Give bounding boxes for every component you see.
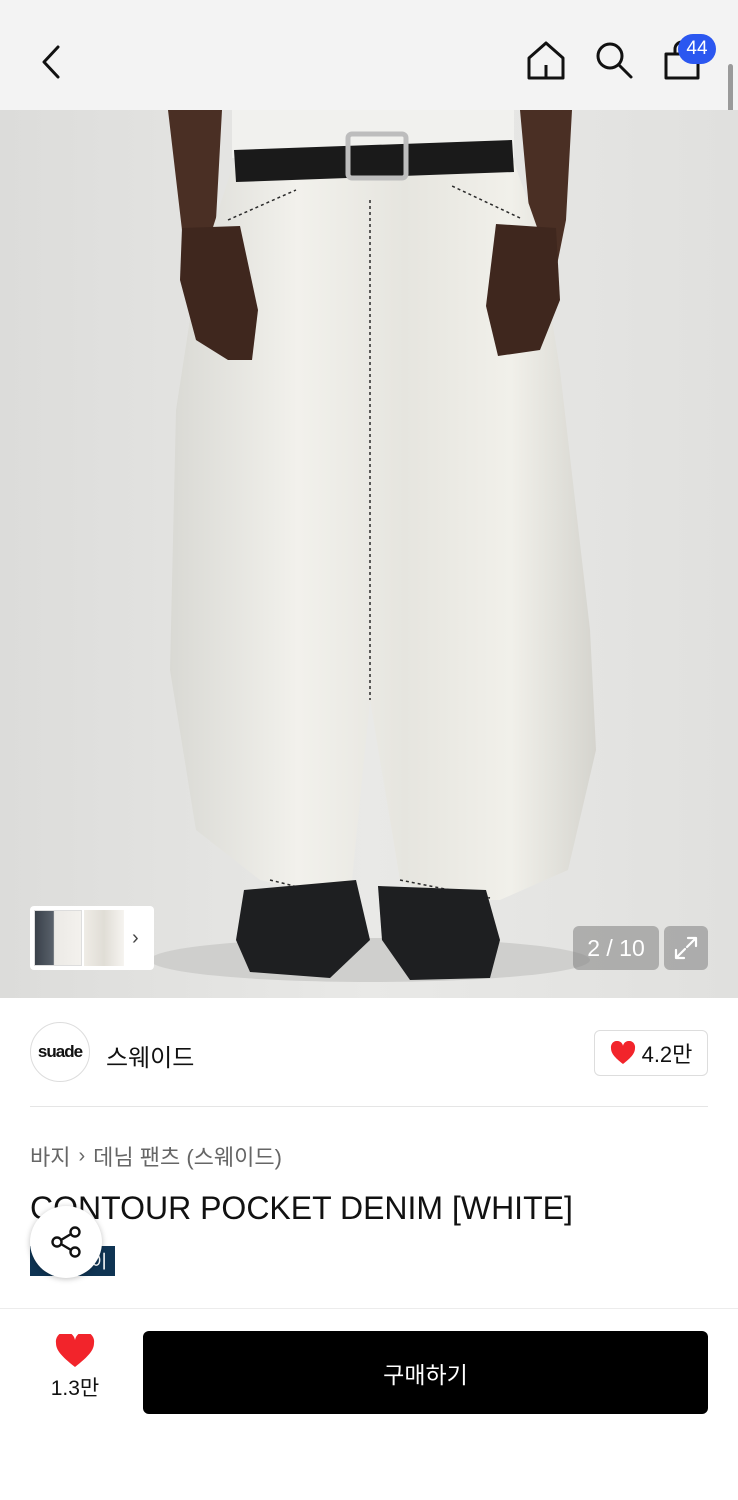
- expand-icon: [674, 936, 698, 960]
- thumbnail-image[interactable]: [34, 910, 82, 966]
- home-icon: [527, 41, 565, 80]
- search-icon: [596, 42, 633, 79]
- chevron-left-icon: [42, 45, 60, 79]
- brand-like-button[interactable]: 4.2만: [594, 1030, 708, 1076]
- share-icon: [51, 1226, 81, 1258]
- heart-icon: [55, 1334, 95, 1367]
- brand-name[interactable]: 스웨이드: [106, 1038, 194, 1073]
- wishlist-count: 1.3만: [50, 1377, 100, 1400]
- breadcrumb-item[interactable]: 바지: [30, 1140, 70, 1172]
- expand-button[interactable]: [664, 926, 708, 970]
- home-button[interactable]: [522, 36, 570, 84]
- brand-row[interactable]: suade 스웨이드 4.2만: [30, 1022, 708, 1084]
- product-title: CONTOUR POCKET DENIM [WHITE]: [30, 1190, 573, 1226]
- top-navigation-bar: 44: [0, 0, 738, 110]
- divider: [30, 1106, 708, 1107]
- thumbnail-image[interactable]: [84, 910, 124, 966]
- product-photo: [0, 110, 738, 998]
- product-image-gallery[interactable]: › 2 / 10: [0, 110, 738, 998]
- image-counter: 2 / 10: [573, 926, 659, 970]
- brand-logo[interactable]: suade: [30, 1022, 90, 1082]
- search-button[interactable]: [590, 36, 638, 84]
- wishlist-button[interactable]: 1.3만: [30, 1334, 120, 1406]
- divider: [0, 1308, 738, 1309]
- brand-like-count: 4.2만: [641, 1042, 693, 1067]
- thumbnail-strip[interactable]: ›: [30, 906, 154, 970]
- back-button[interactable]: [28, 38, 76, 86]
- share-button[interactable]: [30, 1206, 102, 1278]
- breadcrumb-item[interactable]: 데님 팬츠 (스웨이드): [93, 1140, 282, 1172]
- breadcrumb: 바지 › 데님 팬츠 (스웨이드): [30, 1140, 282, 1172]
- chevron-right-icon: ›: [78, 1144, 86, 1167]
- heart-icon: [610, 1041, 635, 1064]
- cart-count-badge: 44: [678, 34, 716, 64]
- chevron-right-icon[interactable]: ›: [132, 927, 139, 950]
- buy-button[interactable]: 구매하기: [143, 1331, 708, 1414]
